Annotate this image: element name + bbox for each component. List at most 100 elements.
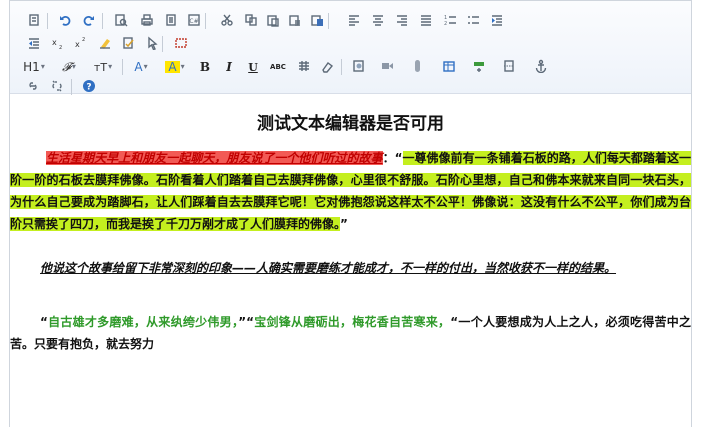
clear-format-button[interactable] (94, 34, 116, 54)
open-quote-text: “ (394, 151, 403, 165)
bullet-list-button[interactable] (462, 11, 484, 31)
bold-label: B (199, 60, 211, 74)
svg-text:2: 2 (444, 21, 447, 27)
align-justify-icon (419, 13, 433, 30)
insert-table-icon (442, 59, 456, 76)
spellcheck-button[interactable] (118, 34, 140, 54)
paste-text-button[interactable] (284, 11, 306, 31)
reflection-text: 他说这个故事给留下非常深刻的印象——人确实需要磨练才能成才，不一样的付出，当然收… (40, 261, 617, 275)
chevron-down-icon: ▾ (108, 62, 113, 71)
reflection-paragraph: 他说这个故事给留下非常深刻的印象——人确实需要磨练才能成才，不一样的付出，当然收… (10, 257, 691, 279)
align-center-icon (371, 13, 385, 30)
select-all-icon (146, 35, 160, 53)
align-center-button[interactable] (367, 11, 389, 31)
align-right-button[interactable] (391, 11, 413, 31)
undo-icon (58, 13, 72, 30)
paste-icon (266, 13, 280, 30)
copy-button[interactable] (240, 11, 262, 31)
bold-button[interactable]: B (194, 57, 216, 77)
svg-text:x: x (52, 38, 57, 47)
redo-icon (82, 13, 96, 30)
video-icon (380, 59, 394, 76)
table-grid-button[interactable] (293, 57, 315, 77)
highlight-label: A (165, 61, 180, 73)
svg-text:x: x (75, 40, 80, 49)
italic-label: I (226, 60, 232, 74)
toolbar-separator (328, 13, 329, 29)
select-all-button[interactable] (142, 34, 164, 54)
svg-text:C#: C# (189, 18, 198, 25)
editor-toolbar: C# 1 2 x 2 x 2 H1 ▾ 𝓕 ▾ ᴛT ▾ A ▾ A ▾ B I U ABC? (10, 1, 691, 95)
copy-icon (244, 13, 258, 30)
highlight-button[interactable]: A ▾ (160, 57, 190, 77)
align-justify-button[interactable] (415, 11, 437, 31)
anchor-button[interactable] (530, 57, 552, 77)
paste-button[interactable] (262, 11, 284, 31)
chevron-down-icon: ▾ (180, 62, 185, 71)
attachment-icon (410, 59, 424, 76)
subscript-button[interactable]: x2 (47, 34, 69, 54)
insert-table-button[interactable] (438, 57, 460, 77)
font-family-button[interactable]: 𝓕 ▾ (56, 57, 82, 77)
align-left-button[interactable] (343, 11, 365, 31)
document-title: 测试文本编辑器是否可用 (257, 114, 444, 134)
quote-paragraph: “自古雄才多磨难，从来纨绔少伟男，”“宝剑锋从磨砺出，梅花香自苦寒来，“一个人要… (10, 311, 691, 355)
paste-word-icon (310, 13, 324, 30)
chevron-down-icon: ▾ (143, 62, 148, 71)
print-button[interactable] (136, 11, 158, 31)
paste-text-icon (288, 13, 302, 30)
preview-icon (114, 13, 128, 30)
chevron-down-icon: ▾ (71, 62, 76, 71)
table-grid-icon (297, 59, 311, 76)
font-size-button[interactable]: ᴛT ▾ (90, 57, 116, 77)
underline-button[interactable]: U (242, 57, 264, 77)
source-code-button[interactable]: C# (183, 11, 205, 31)
outdent-button[interactable] (23, 34, 45, 54)
clear-format-icon (98, 36, 112, 53)
text-editor: C# 1 2 x 2 x 2 H1 ▾ 𝓕 ▾ ᴛT ▾ A ▾ A ▾ B I U ABC? 测试文本编辑器是否可用 … (9, 0, 692, 427)
svg-text:2: 2 (82, 37, 85, 43)
attachment-button[interactable] (406, 57, 428, 77)
template-button[interactable] (160, 11, 182, 31)
indent-button[interactable] (486, 11, 508, 31)
anchor-icon (534, 59, 548, 76)
superscript-icon: x2 (74, 36, 88, 53)
font-color-button[interactable]: A ▾ (128, 57, 154, 77)
cut-icon (220, 13, 234, 30)
numbered-list-button[interactable]: 12 (439, 11, 461, 31)
fullscreen-icon (27, 13, 41, 30)
fullscreen-button[interactable] (23, 11, 45, 31)
chevron-down-icon: ▾ (40, 62, 45, 71)
italic-button[interactable]: I (218, 57, 240, 77)
toolbar-separator (205, 13, 206, 29)
superscript-button[interactable]: x2 (70, 34, 92, 54)
editor-content-area[interactable]: 测试文本编辑器是否可用 生活星期天早上和朋友一起聊天，朋友说了一个他们听过的故事… (10, 93, 691, 428)
toolbar-separator (122, 59, 123, 75)
cut-button[interactable] (216, 11, 238, 31)
svg-text:?: ? (86, 82, 91, 92)
eraser-button[interactable] (316, 57, 338, 77)
image-button[interactable] (348, 57, 370, 77)
redo-button[interactable] (78, 11, 100, 31)
maximize-icon (174, 36, 188, 53)
insert-row-button[interactable] (468, 57, 490, 77)
page-break-icon (502, 59, 516, 76)
page-break-button[interactable] (498, 57, 520, 77)
print-icon (140, 13, 154, 30)
source-code-icon: C# (187, 13, 201, 30)
font-color-label: A (134, 60, 143, 74)
story-paragraph: 生活星期天早上和朋友一起聊天，朋友说了一个他们听过的故事：“一尊佛像前有一条铺着… (10, 147, 691, 235)
strikethrough-button[interactable]: ABC (266, 57, 290, 77)
undo-button[interactable] (54, 11, 76, 31)
subscript-icon: x2 (51, 36, 65, 53)
heading-button[interactable]: H1 ▾ (20, 57, 48, 77)
paste-word-button[interactable] (306, 11, 328, 31)
video-button[interactable] (376, 57, 398, 77)
quote-mid-text: ”“ (238, 315, 254, 329)
align-left-icon (347, 13, 361, 30)
insert-row-icon (472, 59, 486, 76)
preview-button[interactable] (110, 11, 132, 31)
template-icon (164, 13, 178, 30)
maximize-button[interactable] (170, 34, 192, 54)
numbered-list-icon: 12 (443, 13, 457, 30)
